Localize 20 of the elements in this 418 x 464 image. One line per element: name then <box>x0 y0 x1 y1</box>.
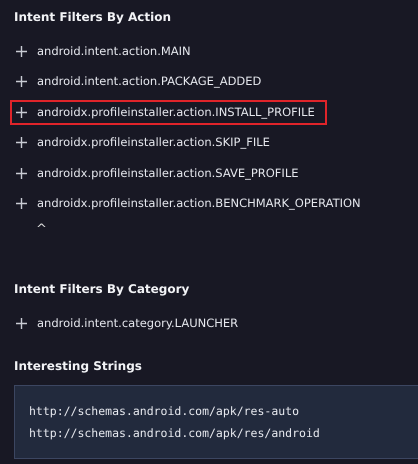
plus-icon[interactable] <box>16 76 27 88</box>
section-heading: Intent Filters By Category <box>14 281 190 298</box>
plus-icon[interactable] <box>16 106 27 118</box>
filter-label: androidx.profileinstaller.action.INSTALL_PROFILE <box>37 104 315 121</box>
filter-label: androidx.profileinstaller.action.BENCHMARK_OPERATION <box>37 195 361 212</box>
code-line: http://schemas.android.com/apk/res-auto <box>29 402 300 420</box>
filter-label: androidx.profileinstaller.action.SKIP_FILE <box>37 134 270 152</box>
filter-label: androidx.profileinstaller.action.SAVE_PROFILE <box>37 164 298 182</box>
plus-icon[interactable] <box>16 46 27 57</box>
filter-label: android.intent.action.PACKAGE_ADDED <box>37 73 262 90</box>
plus-icon[interactable] <box>16 137 27 148</box>
section-heading: Intent Filters By Action <box>14 9 172 26</box>
collapse-toggle[interactable]: ^ <box>36 223 47 236</box>
plus-icon[interactable] <box>16 168 27 179</box>
section-heading: Interesting Strings <box>14 358 142 375</box>
plus-icon[interactable] <box>16 198 27 210</box>
filter-label: android.intent.action.MAIN <box>37 42 191 60</box>
filter-label: android.intent.category.LAUNCHER <box>37 314 238 332</box>
plus-icon[interactable] <box>16 318 27 329</box>
code-line: http://schemas.android.com/apk/res/android <box>29 424 320 442</box>
